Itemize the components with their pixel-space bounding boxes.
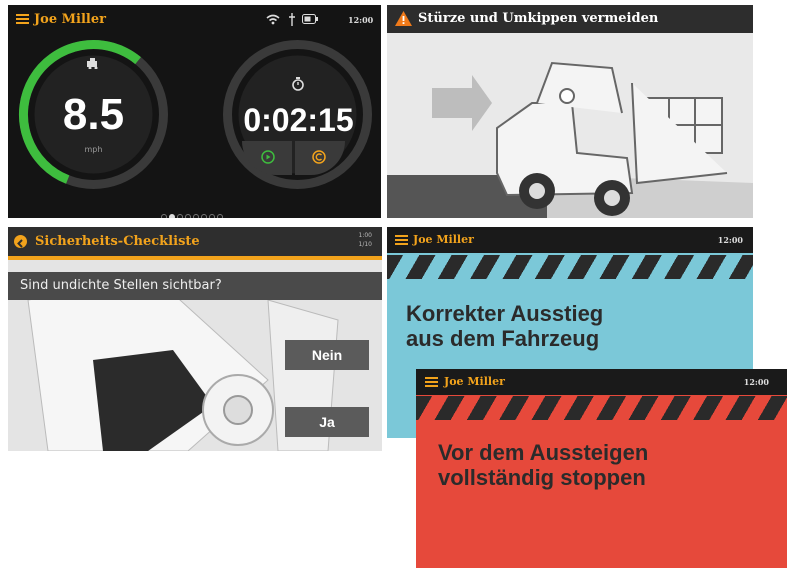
speed-value: 8.5 xyxy=(62,90,125,139)
page-dot[interactable] xyxy=(209,214,215,218)
user-name: Joe Miller xyxy=(413,233,474,246)
exit-status-bar: Joe Miller 12:00 xyxy=(387,227,753,253)
speed-unit: mph xyxy=(84,145,103,154)
stop-title-line1: Vor dem Aussteigen xyxy=(438,440,649,465)
page-dot[interactable] xyxy=(201,214,207,218)
stop-status-bar: Joe Miller 12:00 xyxy=(416,369,787,395)
pause-icon xyxy=(312,150,326,164)
menu-icon[interactable] xyxy=(16,14,29,24)
page-dot[interactable] xyxy=(217,214,223,218)
page-dot[interactable] xyxy=(177,214,183,218)
status-bar: Joe Miller 12:00 xyxy=(8,5,381,33)
checklist-progress-bottom: 1/10 xyxy=(358,241,372,248)
checklist-screen: Sicherheits-Checkliste 1:00 1/10 Sind un… xyxy=(8,227,382,451)
page-dot[interactable] xyxy=(169,214,175,218)
plug-icon xyxy=(289,13,295,26)
yes-button[interactable]: Ja xyxy=(285,407,369,437)
page-dot[interactable] xyxy=(193,214,199,218)
page-indicator[interactable] xyxy=(161,205,225,218)
status-time: 12:00 xyxy=(348,15,374,25)
stop-title: Vor dem Aussteigen vollständig stoppen xyxy=(438,440,648,490)
back-arrow-icon[interactable] xyxy=(14,235,27,248)
page-dot[interactable] xyxy=(161,214,167,218)
checklist-question: Sind undichte Stellen sichtbar? xyxy=(8,272,382,300)
warning-card: Stürze und Umkippen vermeiden xyxy=(387,5,753,218)
hazard-stripes xyxy=(387,255,753,279)
menu-icon[interactable] xyxy=(395,235,408,245)
status-time: 12:00 xyxy=(743,377,769,387)
warning-icon xyxy=(395,11,412,26)
stopwatch-icon xyxy=(292,77,304,91)
dashboard-screen: Joe Miller 12:00 8.5 mph 0:02:15 xyxy=(8,5,381,218)
exit-title-line1: Korrekter Ausstieg xyxy=(406,301,604,326)
exit-title-line2: aus dem Fahrzeug xyxy=(406,326,600,351)
no-button[interactable]: Nein xyxy=(285,340,369,370)
wifi-icon xyxy=(266,14,280,25)
hazard-stripes xyxy=(416,396,787,420)
checklist-header: Sicherheits-Checkliste 1:00 1/10 xyxy=(8,227,382,260)
page-dot[interactable] xyxy=(185,214,191,218)
exit-title: Korrekter Ausstieg aus dem Fahrzeug xyxy=(406,301,603,351)
battery-icon xyxy=(302,14,318,24)
truck-icon xyxy=(87,58,98,69)
warning-title: Stürze und Umkippen vermeiden xyxy=(418,11,659,26)
checklist-progress-top: 1:00 xyxy=(358,232,372,239)
stop-title-line2: vollständig stoppen xyxy=(438,465,646,490)
user-name: Joe Miller xyxy=(444,375,505,388)
timer-value: 0:02:15 xyxy=(243,102,354,138)
status-time: 12:00 xyxy=(717,235,743,245)
checklist-progress: 1:00 1/10 xyxy=(359,231,372,249)
user-name: Joe Miller xyxy=(34,12,106,27)
stop-hazard-screen: Joe Miller 12:00 Vor dem Aussteigen voll… xyxy=(416,369,787,568)
forklift-illustration xyxy=(387,61,753,218)
play-icon xyxy=(261,150,275,164)
warning-header: Stürze und Umkippen vermeiden xyxy=(387,5,753,33)
menu-icon[interactable] xyxy=(425,377,438,387)
checklist-title: Sicherheits-Checkliste xyxy=(35,234,200,249)
